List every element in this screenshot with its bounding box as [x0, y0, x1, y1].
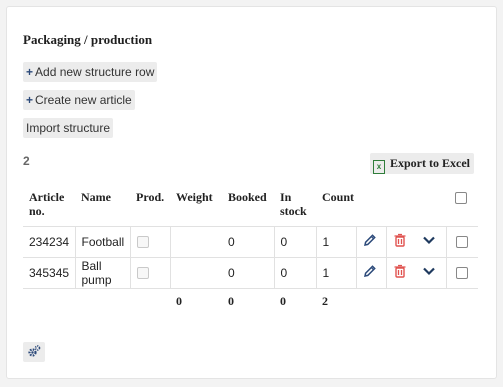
trash-icon[interactable] — [393, 264, 407, 281]
row-select-checkbox[interactable] — [455, 236, 468, 249]
panel-title: Packaging / production — [23, 32, 153, 47]
header-article-no: Article no. — [29, 190, 65, 218]
header-count: Count — [322, 190, 355, 204]
header-weight: Weight — [176, 190, 213, 204]
create-article-button[interactable]: + Create new article — [23, 90, 135, 110]
import-structure-label: Import structure — [26, 121, 111, 135]
chevron-down-icon[interactable] — [422, 265, 436, 280]
header-booked: Booked — [228, 190, 267, 204]
add-structure-row-label: Add new structure row — [35, 65, 155, 79]
header-prod: Prod. — [136, 190, 165, 204]
cell-count: 1 — [315, 225, 356, 257]
table-header-row: Article no. Name Prod. Weight Booked In … — [23, 190, 478, 226]
row-count: 2 — [23, 154, 30, 168]
totals-row: 0 0 0 2 — [23, 287, 478, 313]
total-in-stock: 0 — [274, 287, 316, 313]
cell-in-stock: 0 — [273, 256, 316, 288]
cell-article-no: 234234 — [23, 225, 75, 257]
structure-panel: Packaging / production + Add new structur… — [6, 6, 497, 379]
header-name: Name — [81, 190, 111, 204]
table-row: 234234 Football 0 0 1 — [23, 225, 478, 257]
create-article-label: Create new article — [35, 93, 132, 107]
select-all-checkbox[interactable] — [455, 192, 467, 205]
cell-count: 1 — [315, 256, 356, 288]
export-to-excel-button[interactable]: x Export to Excel — [370, 153, 474, 174]
total-weight: 0 — [170, 287, 222, 313]
cell-name: Ball pump — [74, 256, 130, 288]
pencil-icon[interactable] — [363, 233, 377, 250]
cell-booked: 0 — [222, 225, 274, 257]
cell-weight — [169, 225, 222, 257]
trash-icon[interactable] — [393, 233, 407, 250]
export-label: Export to Excel — [390, 156, 470, 170]
header-in-stock: In stock — [280, 190, 307, 218]
cell-prod — [129, 225, 170, 257]
pencil-icon[interactable] — [363, 264, 377, 281]
cell-name: Football — [74, 225, 130, 257]
table-row: 345345 Ball pump 0 0 1 — [23, 256, 478, 288]
import-structure-button[interactable]: Import structure — [23, 118, 114, 138]
prod-checkbox — [136, 236, 149, 249]
header-select-all — [446, 190, 478, 226]
cell-article-no: 345345 — [23, 256, 75, 288]
cell-in-stock: 0 — [273, 225, 316, 257]
settings-button[interactable] — [23, 342, 45, 362]
plus-icon: + — [26, 65, 34, 79]
cell-booked: 0 — [222, 256, 274, 288]
prod-checkbox — [136, 267, 149, 280]
excel-icon: x — [373, 160, 385, 174]
add-structure-row-button[interactable]: + Add new structure row — [23, 62, 158, 82]
plus-icon: + — [26, 93, 34, 107]
total-count: 2 — [316, 287, 356, 313]
cell-prod — [129, 256, 170, 288]
gear-icon — [27, 344, 41, 361]
structure-table: Article no. Name Prod. Weight Booked In … — [23, 190, 478, 313]
row-select-checkbox[interactable] — [455, 267, 468, 280]
total-booked: 0 — [222, 287, 274, 313]
chevron-down-icon[interactable] — [422, 234, 436, 249]
cell-weight — [169, 256, 222, 288]
